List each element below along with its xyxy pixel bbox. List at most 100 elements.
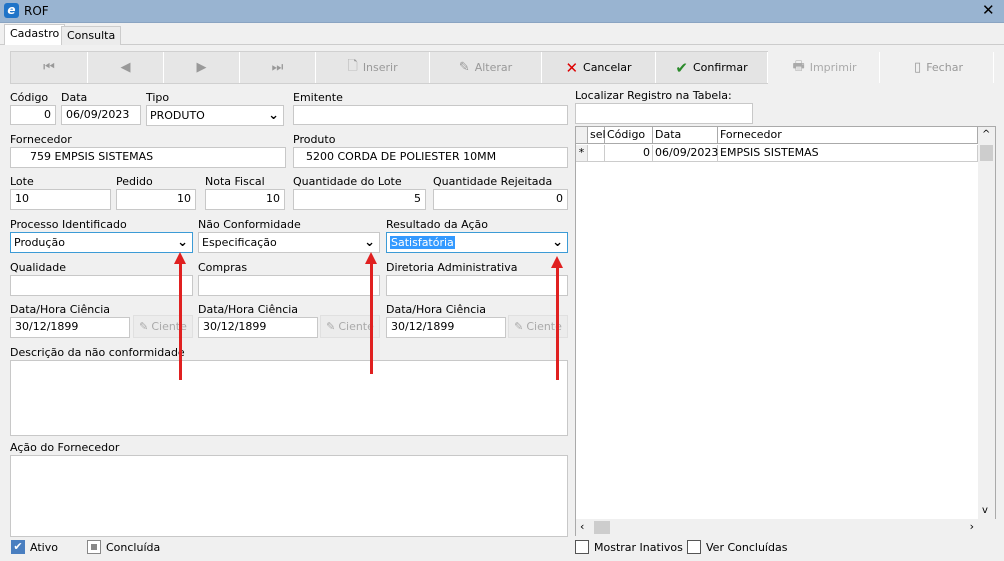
nf-label: Nota Fiscal — [205, 175, 265, 188]
produto-field[interactable]: 5200 CORDA DE POLIESTER 10MM — [293, 147, 568, 168]
cell-data[interactable]: 06/09/2023 — [653, 145, 718, 162]
nao-conf-select[interactable]: Especificação ⌄ — [198, 232, 380, 253]
print-button[interactable]: 🖶 Imprimir — [770, 52, 880, 83]
cancel-x-icon: ✕ — [565, 58, 579, 77]
cell-codigo[interactable]: 0 — [605, 145, 653, 162]
show-done-checkbox[interactable] — [687, 540, 701, 554]
cell-sel[interactable] — [588, 145, 605, 162]
lote-field[interactable]: 10 — [10, 189, 111, 210]
header-sel[interactable]: sel — [588, 127, 606, 144]
pedido-field[interactable]: 10 — [116, 189, 196, 210]
tab-cadastro[interactable]: Cadastro — [4, 24, 66, 45]
data-field[interactable]: 06/09/2023 — [61, 105, 141, 125]
search-input[interactable] — [575, 103, 753, 124]
insert-button[interactable]: 🗋 Inserir — [316, 52, 430, 83]
dh2-label: Data/Hora Ciência — [198, 303, 299, 316]
resultado-label: Resultado da Ação — [386, 218, 489, 231]
next-icon: ▶ — [196, 60, 207, 75]
cancel-button[interactable]: ✕ Cancelar — [542, 52, 656, 83]
produto-code: 5200 — [306, 150, 334, 163]
app-icon: e — [4, 3, 19, 18]
checkmark-icon: ✔ — [675, 58, 688, 77]
ativo-checkbox[interactable]: ✔ — [11, 540, 25, 554]
next-record-button[interactable]: ▶ — [164, 52, 240, 83]
alter-button[interactable]: ✎ Alterar — [430, 52, 542, 83]
toolbar: ⏮ ◀ ▶ ⏭ 🗋 Inserir ✎ Alterar ✕ Cancelar ✔ Con… — [10, 51, 768, 84]
nao-conf-label: Não Conformidade — [198, 218, 301, 231]
fornecedor-field[interactable]: 759 EMPSIS SISTEMAS — [10, 147, 286, 168]
document-icon: 🗋 — [347, 58, 358, 74]
dh3-label: Data/Hora Ciência — [386, 303, 487, 316]
horizontal-scrollbar[interactable]: ‹ › — [576, 519, 996, 536]
scroll-down-icon[interactable]: v — [982, 505, 988, 516]
header-codigo[interactable]: Código — [605, 127, 653, 144]
descricao-textarea[interactable] — [10, 360, 568, 436]
chevron-down-icon: ⌄ — [552, 235, 563, 250]
qtd-lote-field[interactable]: 5 — [293, 189, 426, 210]
window-title: ROF — [24, 4, 49, 18]
annotation-arrow-1 — [174, 252, 186, 380]
diretoria-field[interactable] — [386, 275, 568, 296]
ativo-label: Ativo — [30, 541, 58, 554]
processo-select[interactable]: Produção ⌄ — [10, 232, 193, 253]
first-record-button[interactable]: ⏮ — [11, 52, 88, 83]
close-form-button[interactable]: ▯ Fechar — [884, 52, 994, 83]
row-marker: * — [576, 145, 588, 162]
printer-icon: 🖶 — [792, 58, 805, 74]
scroll-left-icon[interactable]: ‹ — [580, 520, 584, 533]
qualidade-field[interactable] — [10, 275, 193, 296]
produto-label: Produto — [293, 133, 336, 146]
nf-field[interactable]: 10 — [205, 189, 285, 210]
dh1-field[interactable]: 30/12/1899 — [10, 317, 130, 338]
scroll-up-icon[interactable]: ^ — [982, 129, 990, 140]
resultado-select[interactable]: Satisfatória ⌄ — [386, 232, 568, 253]
tab-consulta[interactable]: Consulta — [61, 26, 122, 45]
acao-textarea[interactable] — [10, 455, 568, 537]
diretoria-label: Diretoria Administrativa — [386, 261, 518, 274]
scroll-thumb[interactable] — [980, 145, 993, 161]
prev-record-button[interactable]: ◀ — [88, 52, 164, 83]
confirm-button[interactable]: ✔ Confirmar — [656, 52, 768, 83]
lote-label: Lote — [10, 175, 34, 188]
fornecedor-label: Fornecedor — [10, 133, 72, 146]
dh3-field[interactable]: 30/12/1899 — [386, 317, 506, 338]
show-inactive-checkbox[interactable] — [575, 540, 589, 554]
processo-value: Produção — [14, 236, 65, 249]
ciente-label-2: Ciente — [338, 320, 374, 333]
ciente-button-1[interactable]: ✎ Ciente — [133, 315, 193, 338]
qtd-rej-field[interactable]: 0 — [433, 189, 568, 210]
vertical-scrollbar[interactable]: ^ v — [978, 127, 995, 519]
close-form-label: Fechar — [926, 61, 963, 74]
chevron-down-icon: ⌄ — [364, 235, 375, 250]
processo-label: Processo Identificado — [10, 218, 127, 231]
qualidade-label: Qualidade — [10, 261, 66, 274]
ciente-button-3[interactable]: ✎ Ciente — [508, 315, 568, 338]
codigo-field[interactable]: 0 — [10, 105, 56, 125]
tipo-select[interactable]: PRODUTO ⌄ — [146, 105, 284, 126]
annotation-arrow-2 — [365, 252, 377, 374]
compras-field[interactable] — [198, 275, 380, 296]
dh2-field[interactable]: 30/12/1899 — [198, 317, 318, 338]
produto-name: CORDA DE POLIESTER 10MM — [337, 150, 497, 163]
tipo-label: Tipo — [146, 91, 170, 104]
emitente-field[interactable] — [293, 105, 568, 125]
records-table: sel Código Data Fornecedor * 0 06/09/202… — [575, 126, 996, 536]
indeterminate-icon — [91, 544, 97, 550]
tipo-value: PRODUTO — [150, 109, 205, 122]
hscroll-thumb[interactable] — [594, 521, 610, 534]
cell-fornecedor[interactable]: EMPSIS SISTEMAS — [718, 145, 978, 162]
emitente-label: Emitente — [293, 91, 343, 104]
edit-icon: ✎ — [326, 320, 336, 333]
concluida-checkbox[interactable] — [87, 540, 101, 554]
scroll-right-icon[interactable]: › — [970, 520, 974, 533]
insert-label: Inserir — [362, 61, 398, 74]
chevron-down-icon: ⌄ — [268, 108, 279, 123]
close-icon[interactable]: ✕ — [982, 1, 995, 19]
tab-bar: Cadastro Consulta — [0, 23, 1004, 45]
header-data[interactable]: Data — [653, 127, 718, 144]
edit-icon: ✎ — [514, 320, 524, 333]
last-record-button[interactable]: ⏭ — [240, 52, 316, 83]
header-fornecedor[interactable]: Fornecedor — [718, 127, 978, 144]
alter-label: Alterar — [474, 61, 513, 74]
annotation-arrow-3 — [551, 256, 563, 380]
